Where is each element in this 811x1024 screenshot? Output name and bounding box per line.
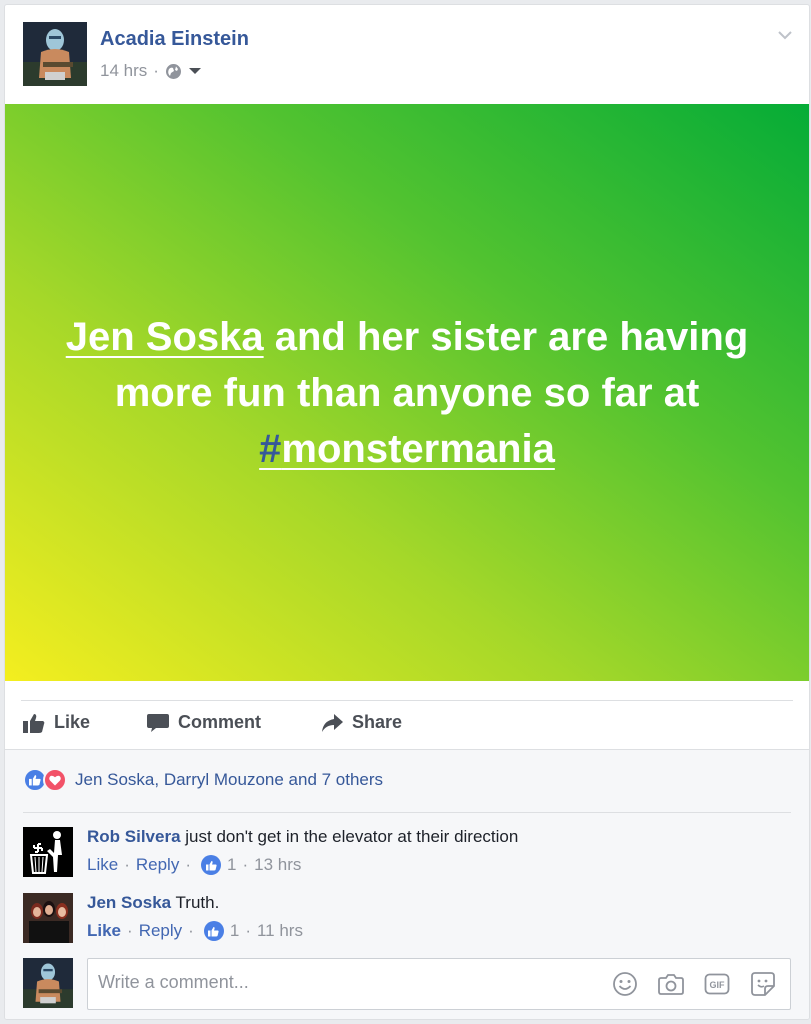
globe-icon[interactable]: [165, 63, 182, 80]
comment-like-count[interactable]: 1: [227, 855, 236, 875]
comment-text: Jen Soska Truth.: [87, 893, 219, 913]
commenter-avatar[interactable]: [23, 827, 73, 877]
like-icon: [201, 855, 221, 875]
gif-icon[interactable]: GIF: [704, 971, 730, 997]
dot-separator: ·: [245, 921, 251, 940]
post-options-chevron-icon[interactable]: [775, 25, 795, 45]
comment-text: Rob Silvera just don't get in the elevat…: [87, 827, 518, 847]
comment-actions: Like · Reply · 1 · 13 hrs: [87, 855, 301, 875]
comment-input[interactable]: [96, 971, 580, 994]
post-meta: 14 hrs ·: [100, 61, 202, 81]
commenter-avatar[interactable]: [23, 893, 73, 943]
camera-icon[interactable]: [658, 971, 684, 997]
privacy-dropdown-icon[interactable]: [188, 66, 202, 76]
commenter-name[interactable]: Jen Soska: [87, 893, 171, 912]
comment-bubble-icon: [147, 713, 169, 733]
comment-button[interactable]: Comment: [147, 712, 261, 733]
hashtag-word: monstermania: [281, 426, 555, 471]
post-header: Acadia Einstein 14 hrs ·: [5, 5, 809, 104]
like-button[interactable]: Like: [23, 712, 90, 733]
svg-text:GIF: GIF: [710, 980, 726, 990]
comment-label: Comment: [178, 712, 262, 732]
comment-composer: GIF: [23, 958, 791, 1010]
like-icon: [203, 921, 224, 941]
share-label: Share: [352, 712, 403, 732]
comment-like-count[interactable]: 1: [230, 921, 239, 941]
reactions-names[interactable]: Jen Soska, Darryl Mouzone and 7 others: [75, 770, 383, 790]
comment-body: Truth.: [171, 893, 220, 912]
author-avatar[interactable]: [23, 22, 87, 86]
comments-section: Jen Soska, Darryl Mouzone and 7 others R…: [5, 749, 809, 1019]
banner-hashtag-link[interactable]: #monstermania: [259, 427, 555, 471]
status-banner: Jen Soska and her sister are having more…: [5, 104, 809, 681]
hashtag-symbol: #: [259, 426, 282, 471]
comment-reply-link[interactable]: Reply: [136, 855, 179, 875]
comment-body: just don't get in the elevator at their …: [180, 827, 519, 846]
dot-separator: ·: [188, 921, 194, 940]
reactions-summary[interactable]: Jen Soska, Darryl Mouzone and 7 others: [23, 768, 383, 792]
thumbs-up-icon: [23, 713, 45, 733]
comment-time[interactable]: 11 hrs: [257, 921, 303, 941]
comment-input-box[interactable]: GIF: [87, 958, 791, 1010]
comment-like-link[interactable]: Like: [87, 921, 121, 941]
composer-icons: GIF: [612, 971, 776, 997]
dot-separator: ·: [127, 921, 133, 940]
comments-divider: [23, 812, 791, 813]
banner-text: Jen Soska and her sister are having more…: [57, 309, 757, 477]
banner-mention-link[interactable]: Jen Soska: [66, 315, 264, 359]
comment-actions: Like · Reply · 1 · 11 hrs: [87, 921, 303, 941]
comment-reply-link[interactable]: Reply: [139, 921, 182, 941]
share-arrow-icon: [321, 713, 343, 733]
current-user-avatar[interactable]: [23, 958, 73, 1008]
commenter-name[interactable]: Rob Silvera: [87, 827, 181, 846]
post-card: Acadia Einstein 14 hrs · Jen Soska and h…: [4, 4, 810, 1020]
dot-separator: ·: [242, 855, 249, 874]
dot-separator: ·: [124, 855, 130, 874]
sticker-icon[interactable]: [750, 971, 776, 997]
post-time[interactable]: 14 hrs: [100, 61, 147, 81]
emoji-icon[interactable]: [612, 971, 638, 997]
post-actions-bar: Like Comment Share: [5, 701, 809, 749]
share-button[interactable]: Share: [321, 712, 402, 733]
dot-separator: ·: [185, 855, 191, 874]
like-label: Like: [54, 712, 91, 732]
comment-time[interactable]: 13 hrs: [254, 855, 301, 875]
comment-like-link[interactable]: Like: [87, 855, 118, 875]
meta-separator: ·: [153, 61, 159, 80]
love-icon: [43, 768, 67, 792]
author-name[interactable]: Acadia Einstein: [100, 28, 249, 51]
